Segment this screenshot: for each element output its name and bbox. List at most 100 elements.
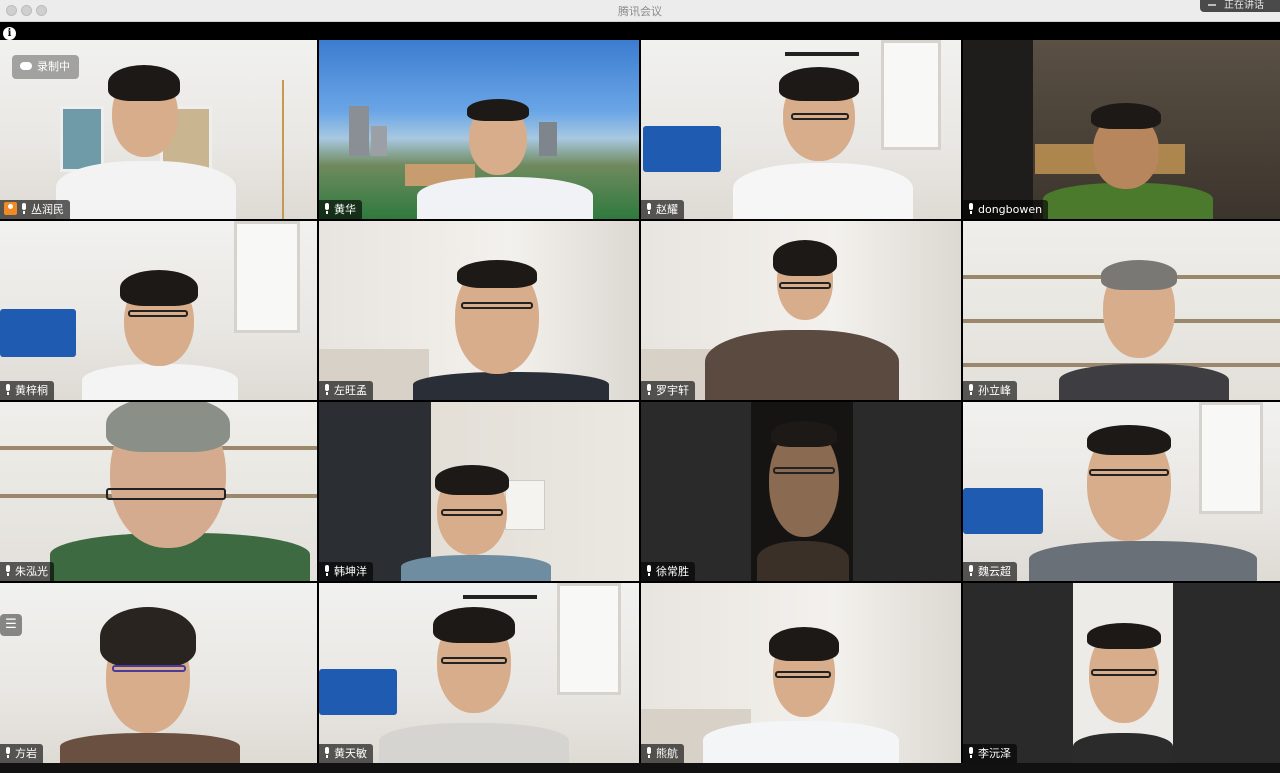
participant-video (417, 99, 593, 219)
mic-icon (323, 747, 331, 758)
building (349, 106, 369, 156)
video-tile-14[interactable]: 黄天敏 (319, 583, 639, 763)
participant-name: dongbowen (978, 203, 1043, 216)
participant-video (705, 240, 899, 400)
participant-name: 丛润民 (31, 203, 64, 216)
name-tag: 黄天敏 (319, 744, 373, 763)
participant-video (733, 51, 913, 219)
participant-name: 黄华 (334, 203, 356, 216)
participant-video (1059, 260, 1229, 400)
mic-icon (4, 565, 12, 576)
mic-icon (645, 203, 653, 214)
video-tile-6[interactable]: 左旺孟 (319, 221, 639, 400)
participant-name: 黄梓桐 (15, 384, 48, 397)
video-tile-3[interactable]: 赵耀 (641, 40, 961, 219)
participant-name: 方岩 (15, 747, 37, 760)
participant-video (401, 465, 551, 581)
name-tag: 朱泓光 (0, 562, 54, 581)
name-tag: 赵耀 (641, 200, 684, 219)
name-tag: 左旺孟 (319, 381, 373, 400)
name-tag: 方岩 (0, 744, 43, 763)
video-tile-11[interactable]: 徐常胜 (641, 402, 961, 581)
name-tag: 黄梓桐 (0, 381, 54, 400)
video-tile-2[interactable]: 黄华 (319, 40, 639, 219)
participant-name: 李沅泽 (978, 747, 1011, 760)
participant-name: 赵耀 (656, 203, 678, 216)
name-tag: dongbowen (963, 200, 1049, 219)
name-tag: 黄华 (319, 200, 362, 219)
recording-badge[interactable]: 录制中 (12, 55, 79, 79)
participant-video (56, 51, 236, 219)
participant-name: 孙立峰 (978, 384, 1011, 397)
info-icon[interactable]: i (3, 27, 16, 40)
video-tile-5[interactable]: 黄梓桐 (0, 221, 317, 400)
participant-video (1043, 101, 1213, 219)
video-tile-7[interactable]: 罗宇轩 (641, 221, 961, 400)
building (371, 126, 387, 156)
video-tile-8[interactable]: 孙立峰 (963, 221, 1280, 400)
mic-icon (645, 747, 653, 758)
mic-icon (4, 384, 12, 395)
cloud-icon (20, 62, 32, 70)
name-tag: 丛润民 (0, 200, 70, 219)
participant-video (379, 607, 569, 763)
window-title: 腾讯会议 (618, 5, 662, 18)
mic-icon (645, 384, 653, 395)
video-tile-16[interactable]: 李沅泽 (963, 583, 1280, 763)
bottom-bar (0, 763, 1280, 773)
participant-name: 熊航 (656, 747, 678, 760)
video-tile-10[interactable]: 韩坤洋 (319, 402, 639, 581)
participant-list-icon[interactable]: ☰ (0, 614, 22, 636)
floor-lamp (282, 80, 284, 219)
participant-name: 罗宇轩 (656, 384, 689, 397)
mic-icon (323, 203, 331, 214)
mic-icon (967, 565, 975, 576)
name-tag: 徐常胜 (641, 562, 695, 581)
name-tag: 魏云超 (963, 562, 1017, 581)
video-tile-15[interactable]: 熊航 (641, 583, 961, 763)
participant-video (703, 627, 899, 763)
video-tile-9[interactable]: 朱泓光 (0, 402, 317, 581)
participant-video (413, 260, 609, 400)
cabinet (963, 40, 1033, 219)
mic-icon (967, 384, 975, 395)
video-tile-4[interactable]: dongbowen (963, 40, 1280, 219)
participant-video (757, 421, 849, 581)
window (234, 221, 300, 333)
mic-icon (967, 203, 975, 214)
participant-video (1029, 425, 1257, 581)
participant-name: 朱泓光 (15, 565, 48, 578)
participant-video (1073, 623, 1173, 763)
name-tag: 熊航 (641, 744, 684, 763)
name-tag: 韩坤洋 (319, 562, 373, 581)
participant-video (50, 402, 310, 581)
mic-icon (323, 384, 331, 395)
speaking-indicator[interactable]: 正在讲话 (1200, 0, 1280, 12)
participant-video (60, 605, 240, 763)
mic-icon (323, 565, 331, 576)
sofa (0, 309, 76, 357)
mic-icon (4, 747, 12, 758)
name-tag: 罗宇轩 (641, 381, 695, 400)
participant-video (82, 260, 238, 400)
sofa (643, 126, 721, 172)
participant-name: 徐常胜 (656, 565, 689, 578)
participant-name: 黄天敏 (334, 747, 367, 760)
participant-name: 左旺孟 (334, 384, 367, 397)
video-tile-12[interactable]: 魏云超 (963, 402, 1280, 581)
mic-icon (645, 565, 653, 576)
participant-name: 魏云超 (978, 565, 1011, 578)
name-tag: 李沅泽 (963, 744, 1017, 763)
host-icon (4, 202, 17, 215)
name-tag: 孙立峰 (963, 381, 1017, 400)
video-grid: 录制中 丛润民 黄华 赵耀 dongbowen 黄梓桐 左旺孟 罗宇轩 孙立峰 … (0, 40, 1280, 763)
speaker-icon (1208, 0, 1216, 6)
video-tile-1[interactable]: 录制中 丛润民 (0, 40, 317, 219)
mic-icon (20, 203, 28, 214)
ceiling-lamp (463, 595, 537, 599)
participant-name: 韩坤洋 (334, 565, 367, 578)
recording-label: 录制中 (37, 60, 70, 73)
speaking-label: 正在讲话 (1224, 0, 1264, 11)
video-tile-13[interactable]: 方岩 (0, 583, 317, 763)
mic-icon (967, 747, 975, 758)
